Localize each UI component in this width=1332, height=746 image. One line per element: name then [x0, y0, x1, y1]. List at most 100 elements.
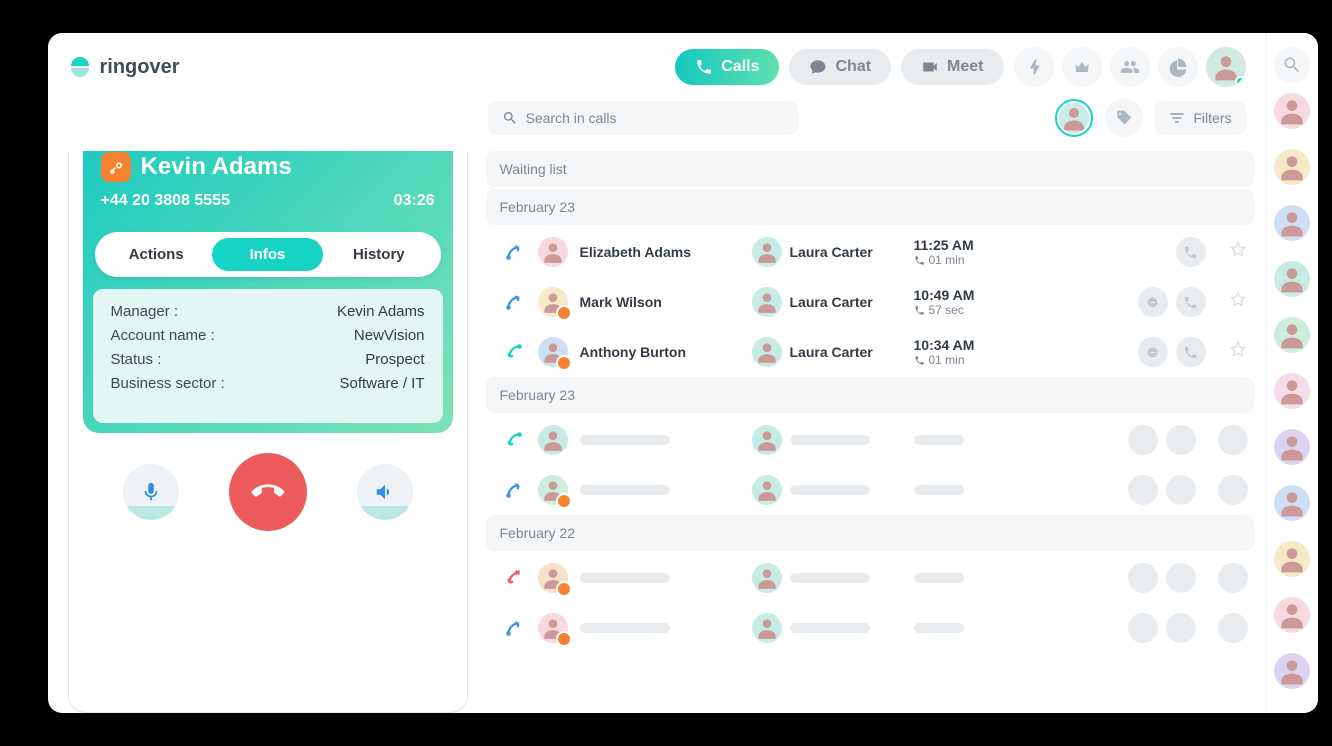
tab-meet[interactable]: Meet: [901, 49, 1003, 85]
call-time: 10:34 AM 01 min: [914, 337, 1064, 367]
chat-action[interactable]: [1128, 563, 1158, 593]
phone-icon: [914, 305, 925, 316]
nav-tabs: Calls Chat Meet: [675, 49, 1003, 85]
agent-name: [752, 425, 902, 455]
crown-button[interactable]: [1062, 47, 1102, 87]
call-row[interactable]: [486, 465, 1254, 515]
call-direction-icon: [502, 566, 526, 590]
video-icon: [921, 58, 939, 76]
section-header: Waiting list: [486, 151, 1254, 187]
avatar-icon: [754, 239, 780, 265]
logo: ringover: [68, 55, 180, 79]
profile-avatar[interactable]: [1206, 47, 1246, 87]
avatar-icon: [1276, 487, 1308, 519]
rail-contact[interactable]: [1274, 261, 1310, 297]
chat-action[interactable]: [1138, 287, 1168, 317]
rail-contact[interactable]: [1274, 429, 1310, 465]
caller-name: [580, 623, 740, 633]
caller-name: Mark Wilson: [580, 294, 740, 310]
call-row[interactable]: [486, 603, 1254, 653]
call-duration: 03:26: [394, 192, 435, 210]
label: Manager :: [111, 303, 179, 320]
call-time: [914, 485, 1064, 495]
caller-avatar: [538, 287, 568, 317]
tab-label: Meet: [947, 58, 983, 76]
bolt-button[interactable]: [1014, 47, 1054, 87]
call-time: [914, 623, 1064, 633]
active-user-filter[interactable]: [1055, 99, 1093, 137]
toolbar: Search in calls Filters: [48, 95, 1266, 151]
call-direction-icon: [502, 290, 526, 314]
star-button[interactable]: [1218, 563, 1248, 593]
filter-icon: [1169, 110, 1185, 126]
rail-contact[interactable]: [1274, 93, 1310, 129]
rail-contact[interactable]: [1274, 205, 1310, 241]
call-direction-icon: [502, 240, 526, 264]
star-button[interactable]: [1218, 613, 1248, 643]
rail-contact[interactable]: [1274, 653, 1310, 689]
call-action[interactable]: [1166, 613, 1196, 643]
star-button[interactable]: [1228, 240, 1248, 265]
call-action[interactable]: [1176, 237, 1206, 267]
search-input[interactable]: Search in calls: [488, 101, 798, 135]
rail-contact[interactable]: [1274, 149, 1310, 185]
call-row[interactable]: [486, 553, 1254, 603]
rail-contact[interactable]: [1274, 373, 1310, 409]
hangup-button[interactable]: [229, 453, 307, 531]
call-time: 10:49 AM 57 sec: [914, 287, 1064, 317]
filters-label: Filters: [1193, 110, 1231, 126]
integration-badge: [556, 493, 572, 509]
row-actions: [1128, 475, 1248, 505]
agent-name: [752, 475, 902, 505]
row-actions: [1138, 337, 1248, 367]
call-action[interactable]: [1176, 287, 1206, 317]
tab-chat[interactable]: Chat: [789, 49, 891, 85]
call-row[interactable]: Anthony BurtonLaura Carter10:34 AM 01 mi…: [486, 327, 1254, 377]
speaker-button[interactable]: [357, 464, 413, 520]
rail-contact[interactable]: [1274, 485, 1310, 521]
chat-action[interactable]: [1128, 475, 1158, 505]
rail-contact[interactable]: [1274, 317, 1310, 353]
avatar-icon: [1276, 319, 1308, 351]
bolt-icon: [1024, 57, 1044, 77]
phone-number: +44 20 3808 5555: [101, 192, 230, 210]
phone-icon: [695, 58, 713, 76]
call-row[interactable]: Mark WilsonLaura Carter10:49 AM 57 sec: [486, 277, 1254, 327]
dialer-tab-infos[interactable]: Infos: [212, 238, 323, 271]
chat-action[interactable]: [1128, 425, 1158, 455]
call-action[interactable]: [1166, 563, 1196, 593]
star-button[interactable]: [1228, 290, 1248, 315]
call-row[interactable]: [486, 415, 1254, 465]
rail-contact[interactable]: [1274, 541, 1310, 577]
caller-avatar: [752, 613, 782, 643]
call-action[interactable]: [1176, 337, 1206, 367]
dialer-tab-history[interactable]: History: [323, 238, 434, 271]
label: Business sector :: [111, 375, 225, 392]
mute-button[interactable]: [123, 464, 179, 520]
tab-calls[interactable]: Calls: [675, 49, 779, 85]
call-row[interactable]: Elizabeth AdamsLaura Carter11:25 AM 01 m…: [486, 227, 1254, 277]
dialer-tab-actions[interactable]: Actions: [101, 238, 212, 271]
star-button[interactable]: [1218, 425, 1248, 455]
rail-search-button[interactable]: [1274, 47, 1310, 83]
star-button[interactable]: [1218, 475, 1248, 505]
chat-action[interactable]: [1138, 337, 1168, 367]
value: Prospect: [365, 351, 424, 368]
people-button[interactable]: [1110, 47, 1150, 87]
rail-contact[interactable]: [1274, 597, 1310, 633]
tag-filter-button[interactable]: [1105, 99, 1143, 137]
chat-action[interactable]: [1128, 613, 1158, 643]
call-direction-icon: [502, 428, 526, 452]
filters-button[interactable]: Filters: [1155, 101, 1245, 135]
integration-badge: [556, 305, 572, 321]
star-button[interactable]: [1228, 340, 1248, 365]
row-actions: [1128, 613, 1248, 643]
call-action[interactable]: [1166, 475, 1196, 505]
call-direction-icon: [502, 478, 526, 502]
stats-button[interactable]: [1158, 47, 1198, 87]
chat-icon: [809, 58, 827, 76]
caller-avatar: [538, 425, 568, 455]
search-icon: [1282, 55, 1302, 75]
call-action[interactable]: [1166, 425, 1196, 455]
tab-label: Calls: [721, 58, 759, 76]
